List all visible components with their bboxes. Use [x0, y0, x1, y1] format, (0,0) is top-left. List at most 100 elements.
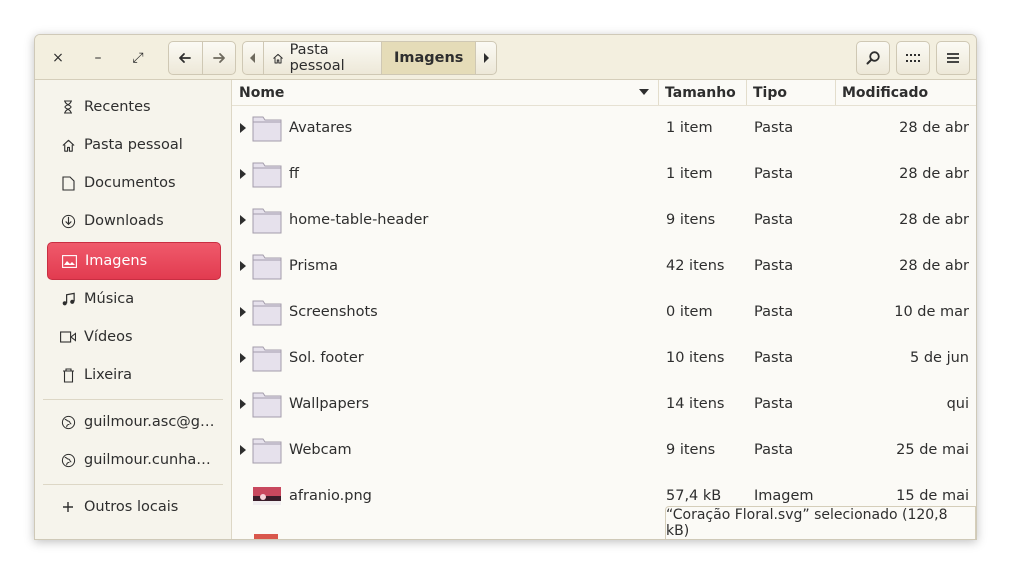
expand-arrow-icon[interactable]	[238, 398, 248, 410]
table-row[interactable]: ff 1 item Pasta 28 de abr	[232, 151, 976, 197]
file-name: home-table-header	[289, 212, 429, 228]
breadcrumb-current[interactable]: Imagens	[380, 42, 477, 74]
file-modified: 25 de mai	[896, 442, 969, 458]
sidebar-item-lixeira[interactable]: Lixeira	[47, 357, 219, 393]
folder-icon	[252, 116, 282, 142]
trash-icon	[60, 367, 76, 383]
navigation-buttons	[168, 41, 236, 75]
sidebar-item-outros-locais[interactable]: Outros locais	[47, 489, 219, 525]
view-grid-button[interactable]	[896, 41, 930, 75]
search-button[interactable]	[856, 41, 890, 75]
column-modified[interactable]: Modificado	[842, 80, 928, 105]
table-row[interactable]: Screenshots 0 item Pasta 10 de mar	[232, 289, 976, 335]
arrow-left-icon	[179, 53, 192, 63]
globe-icon	[60, 414, 76, 430]
file-size: 9 itens	[666, 442, 716, 458]
video-icon	[60, 329, 76, 345]
column-type[interactable]: Tipo	[753, 80, 787, 105]
table-row[interactable]: Avatares 1 item Pasta 28 de abr	[232, 105, 976, 151]
expand-arrow-icon[interactable]	[238, 122, 248, 134]
breadcrumb-scroll-right[interactable]	[476, 42, 496, 74]
column-size-label: Tamanho	[665, 84, 736, 101]
file-type: Pasta	[754, 120, 794, 136]
status-text: “Coração Floral.svg” selecionado (120,8 …	[666, 507, 948, 539]
forward-button[interactable]	[201, 42, 236, 74]
file-manager-window: × – ⤢ Pasta pessoal Imagens Recentes Pas…	[34, 34, 977, 540]
folder-icon	[252, 300, 282, 326]
image-icon	[61, 253, 77, 269]
sidebar-item-label: guilmour.cunha…	[84, 452, 211, 468]
column-separator	[658, 80, 659, 105]
file-type: Pasta	[754, 442, 794, 458]
sort-down-icon[interactable]	[639, 89, 649, 96]
column-size[interactable]: Tamanho	[665, 80, 736, 105]
sidebar-item-musica[interactable]: Música	[47, 281, 219, 317]
file-name: Prisma	[289, 258, 339, 274]
breadcrumb-home[interactable]: Pasta pessoal	[262, 42, 381, 74]
folder-icon	[252, 208, 282, 234]
close-icon[interactable]: ×	[47, 48, 69, 68]
sidebar-item-label: Recentes	[84, 99, 151, 115]
column-separator	[746, 80, 747, 105]
breadcrumb-scroll-left[interactable]	[243, 42, 263, 74]
expand-arrow-icon[interactable]	[238, 444, 248, 456]
column-separator	[835, 80, 836, 105]
table-row[interactable]: Prisma 42 itens Pasta 28 de abr	[232, 243, 976, 289]
sidebar-item-account-1[interactable]: guilmour.asc@g…	[47, 404, 219, 440]
back-button[interactable]	[169, 42, 202, 74]
folder-icon	[252, 162, 282, 188]
file-name: ff	[289, 166, 299, 182]
file-size: 1 item	[666, 166, 713, 182]
menu-button[interactable]	[936, 41, 970, 75]
file-modified: qui	[946, 396, 969, 412]
globe-icon	[60, 452, 76, 468]
sidebar-item-label: Vídeos	[84, 329, 133, 345]
table-row[interactable]: home-table-header 9 itens Pasta 28 de ab…	[232, 197, 976, 243]
sidebar-item-documentos[interactable]: Documentos	[47, 165, 219, 201]
sidebar-item-pasta-pessoal[interactable]: Pasta pessoal	[47, 127, 219, 163]
file-modified: 28 de abr	[899, 120, 969, 136]
sidebar-item-videos[interactable]: Vídeos	[47, 319, 219, 355]
table-row[interactable]: Wallpapers 14 itens Pasta qui	[232, 381, 976, 427]
minimize-icon[interactable]: –	[87, 48, 109, 68]
file-name: Screenshots	[289, 304, 378, 320]
file-size: 0 item	[666, 304, 713, 320]
file-modified: 5 de jun	[910, 350, 969, 366]
table-row[interactable]: Sol. footer 10 itens Pasta 5 de jun	[232, 335, 976, 381]
download-icon	[60, 213, 76, 229]
file-modified: 28 de abr	[899, 166, 969, 182]
expand-arrow-icon[interactable]	[238, 306, 248, 318]
column-modified-label: Modificado	[842, 84, 929, 101]
sidebar-item-recentes[interactable]: Recentes	[47, 89, 219, 125]
sidebar-item-downloads[interactable]: Downloads	[47, 203, 219, 239]
plus-icon	[60, 499, 76, 515]
partial-thumbnail	[254, 534, 278, 539]
file-size: 14 itens	[666, 396, 725, 412]
sidebar-item-label: Imagens	[85, 253, 148, 269]
folder-icon	[252, 438, 282, 464]
file-name: Wallpapers	[289, 396, 370, 412]
file-size: 10 itens	[666, 350, 725, 366]
hamburger-icon	[947, 53, 959, 63]
sidebar-item-label: Pasta pessoal	[84, 137, 183, 153]
clock-icon	[60, 99, 76, 115]
sidebar-item-imagens[interactable]: Imagens	[47, 242, 221, 280]
table-row[interactable]: Webcam 9 itens Pasta 25 de mai	[232, 427, 976, 473]
expand-arrow-icon[interactable]	[238, 214, 248, 226]
search-icon	[866, 51, 880, 65]
headerbar: × – ⤢ Pasta pessoal Imagens	[35, 35, 976, 80]
sidebar-item-account-2[interactable]: guilmour.cunha…	[47, 442, 219, 478]
expand-arrow-icon[interactable]	[238, 168, 248, 180]
home-icon	[272, 53, 283, 64]
expand-arrow-icon[interactable]	[238, 260, 248, 272]
maximize-icon[interactable]: ⤢	[127, 48, 149, 68]
folder-icon	[252, 392, 282, 418]
file-type: Pasta	[754, 304, 794, 320]
file-type: Pasta	[754, 396, 794, 412]
file-modified: 28 de abr	[899, 212, 969, 228]
document-icon	[60, 175, 76, 191]
expand-arrow-icon[interactable]	[238, 352, 248, 364]
column-name[interactable]: Nome	[239, 80, 659, 105]
triangle-left-icon	[249, 53, 255, 63]
file-name: Webcam	[289, 442, 352, 458]
